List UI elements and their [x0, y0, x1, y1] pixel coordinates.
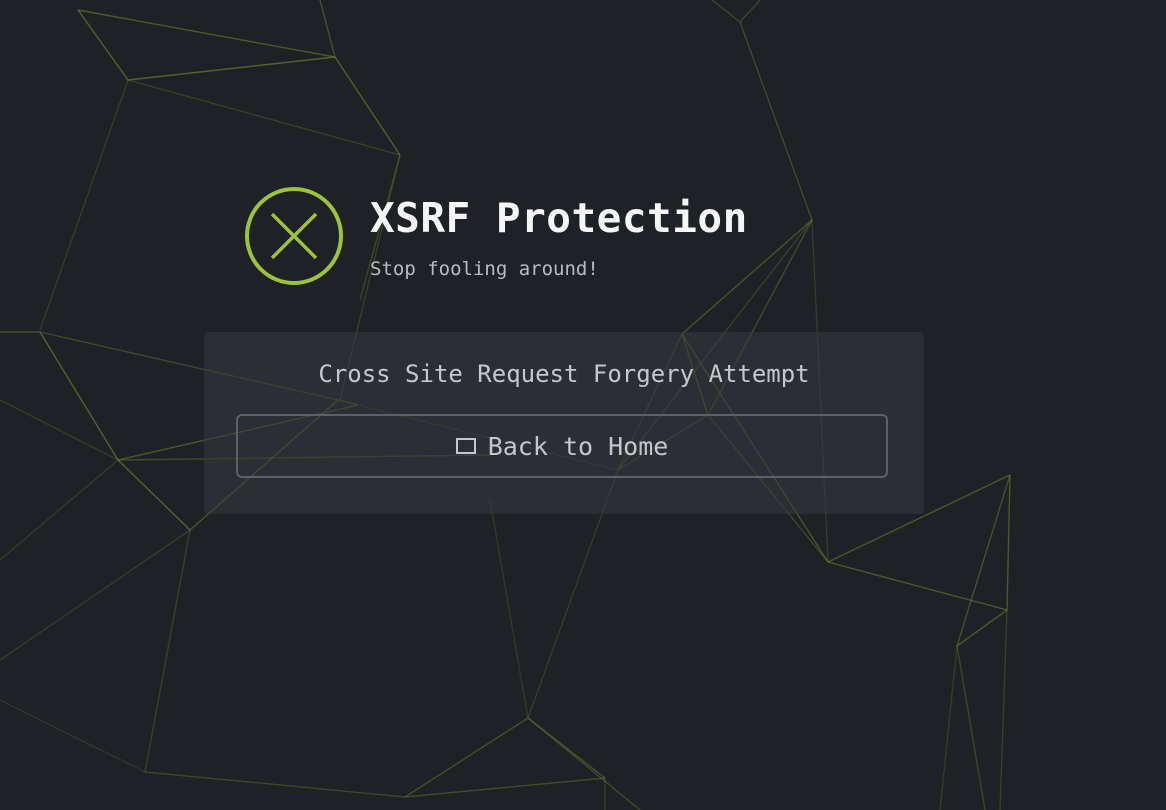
network-line [319, 0, 336, 58]
network-line [144, 771, 406, 798]
header-titles: XSRF Protection Stop fooling around! [370, 186, 748, 280]
network-line [711, 0, 741, 23]
error-message: Cross Site Request Forgery Attempt [318, 360, 810, 388]
network-line [939, 645, 958, 810]
back-to-home-label: Back to Home [487, 431, 669, 461]
network-line [0, 699, 146, 773]
network-line [739, 0, 761, 23]
network-line [144, 529, 191, 773]
network-line [404, 717, 529, 798]
network-line [999, 609, 1008, 810]
network-line [956, 645, 986, 810]
network-line [404, 777, 606, 798]
network-line [956, 609, 1008, 647]
page-subtitle: Stop fooling around! [370, 258, 599, 280]
network-line [0, 459, 119, 561]
network-line [39, 79, 129, 331]
network-line [527, 717, 641, 810]
network-line [77, 9, 336, 58]
error-x-circle-icon [245, 187, 343, 285]
network-line [739, 21, 813, 221]
network-line [117, 459, 191, 531]
page-header: XSRF Protection Stop fooling around! [244, 186, 748, 286]
home-icon [455, 438, 476, 454]
network-line [77, 9, 129, 81]
network-line [127, 56, 336, 81]
network-line [127, 79, 401, 156]
error-panel: Cross Site Request Forgery Attempt Back … [204, 332, 924, 514]
network-line [1006, 474, 1011, 611]
network-line [956, 474, 1011, 647]
network-line [489, 499, 529, 719]
network-line [0, 529, 191, 661]
back-to-home-button[interactable]: Back to Home [236, 414, 888, 478]
page-title: XSRF Protection [370, 194, 748, 242]
